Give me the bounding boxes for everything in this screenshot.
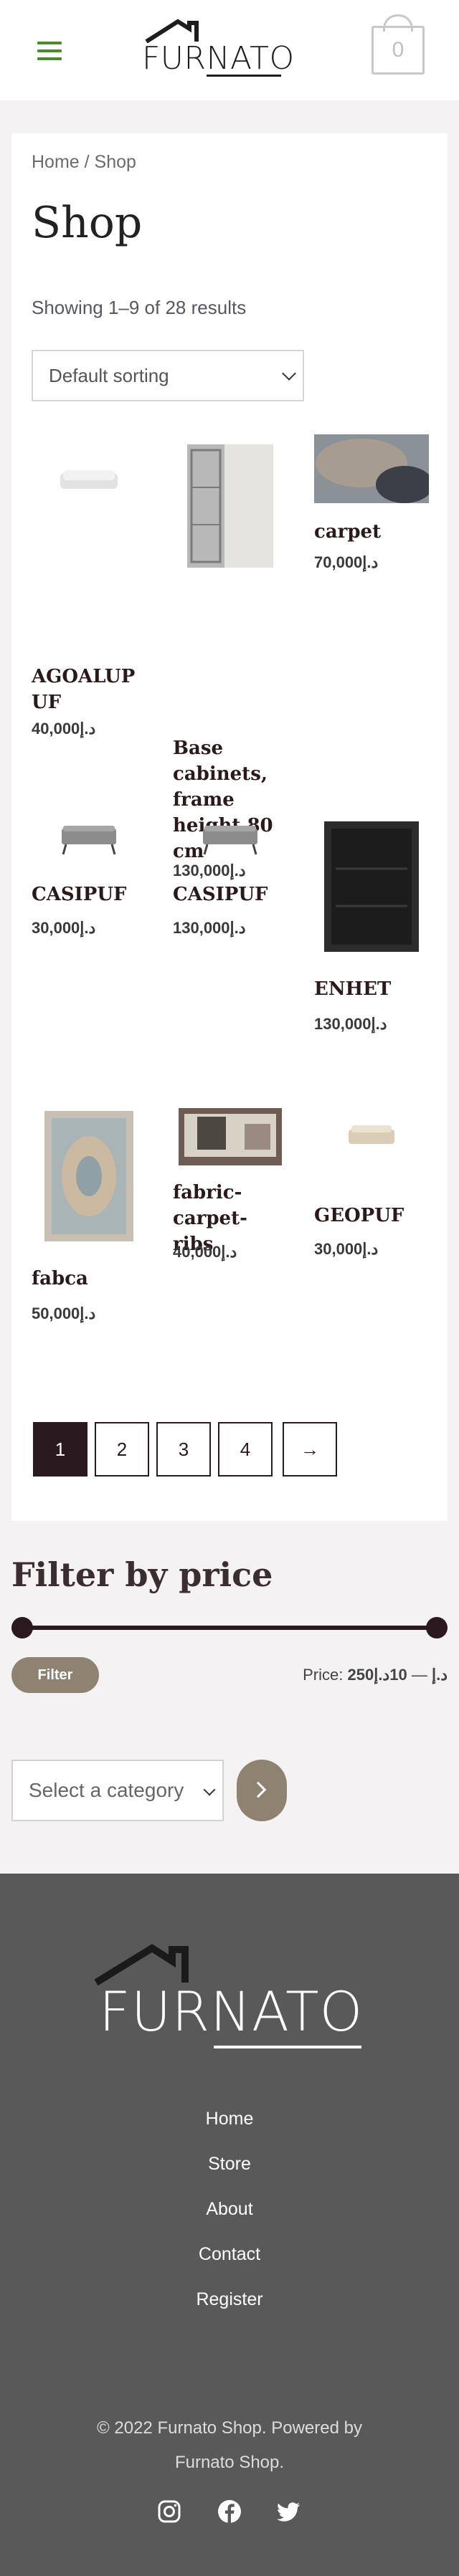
product-image-rug (44, 1111, 133, 1241)
price-slider-max-handle[interactable] (426, 1617, 448, 1638)
cart-count: 0 (392, 38, 404, 62)
product-name[interactable]: GEOPUF (314, 1203, 429, 1229)
filter-button[interactable]: Filter (11, 1657, 99, 1693)
price-max-value: 10د.إ (374, 1666, 407, 1684)
product-price: 130,000د.إ (173, 919, 246, 937)
category-select[interactable]: Select a category (11, 1760, 224, 1821)
footer-logo-underline (214, 2046, 361, 2048)
product-name[interactable]: CASIPUF (173, 882, 288, 907)
product-image-ottoman (203, 826, 257, 855)
product-image-carpet (314, 434, 429, 503)
facebook-icon[interactable] (217, 2499, 242, 2524)
product-image-pouf (60, 470, 118, 489)
product-name[interactable]: ENHET (314, 976, 429, 1002)
chevron-down-icon (282, 366, 296, 381)
chevron-right-icon (250, 1781, 267, 1798)
product-image-wardrobe (324, 821, 419, 952)
price-slider-track[interactable] (20, 1626, 436, 1630)
product-card[interactable]: fabric-carpet-ribs 40,000د.إ (173, 1108, 288, 1309)
copyright-line-1: © 2022 Furnato Shop. Powered by (97, 2418, 362, 2438)
product-card[interactable]: CASIPUF 130,000د.إ (173, 819, 288, 1034)
footer-link-about[interactable]: About (0, 2199, 459, 2220)
twitter-icon[interactable] (275, 2499, 301, 2524)
sorting-select[interactable]: Default sorting (32, 350, 304, 401)
footer-link-register[interactable]: Register (0, 2289, 459, 2310)
footer-link-store[interactable]: Store (0, 2154, 459, 2175)
product-name[interactable]: fabca (32, 1266, 146, 1292)
chevron-down-icon (203, 1783, 216, 1796)
product-image-geopouf (349, 1125, 394, 1144)
page-title: Shop (32, 198, 143, 248)
product-card[interactable]: carpet 70,000د.إ (314, 434, 429, 743)
shop-main: Home / Shop Shop Showing 1–9 of 28 resul… (11, 133, 448, 1521)
price-separator: — (411, 1666, 427, 1684)
price-range-label: Price: 250د.إ — 10د.إ (303, 1666, 448, 1684)
product-price: 40,000د.إ (173, 1243, 237, 1261)
category-select-placeholder: Select a category (29, 1779, 184, 1801)
copyright-text: © 2022 Furnato Shop. Powered by Furnato … (72, 2411, 387, 2480)
price-slider-min-handle[interactable] (11, 1617, 33, 1638)
product-image-fabric-carpet (179, 1108, 282, 1165)
pagination-next-button[interactable]: → (283, 1422, 337, 1477)
product-card[interactable]: AGOALUP UF 40,000د.إ (32, 434, 146, 743)
product-name[interactable]: AGOALUP UF (32, 664, 146, 715)
product-image-ottoman (62, 826, 116, 855)
site-header: FURNATO 0 (0, 0, 459, 100)
logo-underline (207, 75, 281, 77)
pagination-page-4[interactable]: 4 (218, 1422, 273, 1477)
pagination-page-3[interactable]: 3 (156, 1422, 211, 1477)
product-price: 30,000د.إ (32, 919, 96, 937)
footer-link-home[interactable]: Home (0, 2109, 459, 2129)
logo-text: FURNATO (142, 40, 295, 77)
product-image-cabinet (187, 444, 273, 568)
product-card[interactable]: CASIPUF 30,000د.إ (32, 819, 146, 1034)
sorting-selected-value: Default sorting (49, 365, 169, 386)
product-price: 40,000د.إ (32, 720, 96, 738)
house-roof-icon (145, 19, 199, 43)
pagination-page-2[interactable]: 2 (95, 1422, 149, 1477)
category-go-button[interactable] (237, 1760, 287, 1821)
product-card[interactable]: ENHET 130,000د.إ (314, 819, 429, 1062)
product-price: 130,000د.إ (314, 1015, 387, 1033)
site-logo[interactable]: FURNATO (142, 19, 294, 79)
product-card[interactable]: GEOPUF 30,000د.إ (314, 1108, 429, 1294)
product-price: 70,000د.إ (314, 553, 379, 571)
product-price: 50,000د.إ (32, 1304, 96, 1322)
product-name[interactable]: carpet (314, 519, 429, 545)
house-roof-icon (94, 1944, 189, 1985)
footer-logo[interactable]: FURNATO (93, 1942, 366, 2050)
pagination-page-1[interactable]: 1 (33, 1422, 87, 1477)
result-count: Showing 1–9 of 28 results (32, 297, 247, 318)
menu-icon[interactable] (37, 42, 62, 60)
copyright-line-2: Furnato Shop. (174, 2453, 285, 2472)
price-label-prefix: Price: (303, 1666, 344, 1684)
product-name[interactable]: CASIPUF (32, 882, 146, 907)
breadcrumb[interactable]: Home / Shop (32, 152, 136, 173)
cart-button[interactable]: 0 (372, 14, 425, 75)
product-price: 30,000د.إ (314, 1240, 379, 1258)
product-card[interactable]: fabca 50,000د.إ (32, 1108, 146, 1323)
filter-by-price-title: Filter by price (11, 1555, 273, 1594)
footer-link-contact[interactable]: Contact (0, 2244, 459, 2265)
instagram-icon[interactable] (156, 2499, 182, 2524)
footer-logo-text: FURNATO (99, 1980, 364, 2043)
